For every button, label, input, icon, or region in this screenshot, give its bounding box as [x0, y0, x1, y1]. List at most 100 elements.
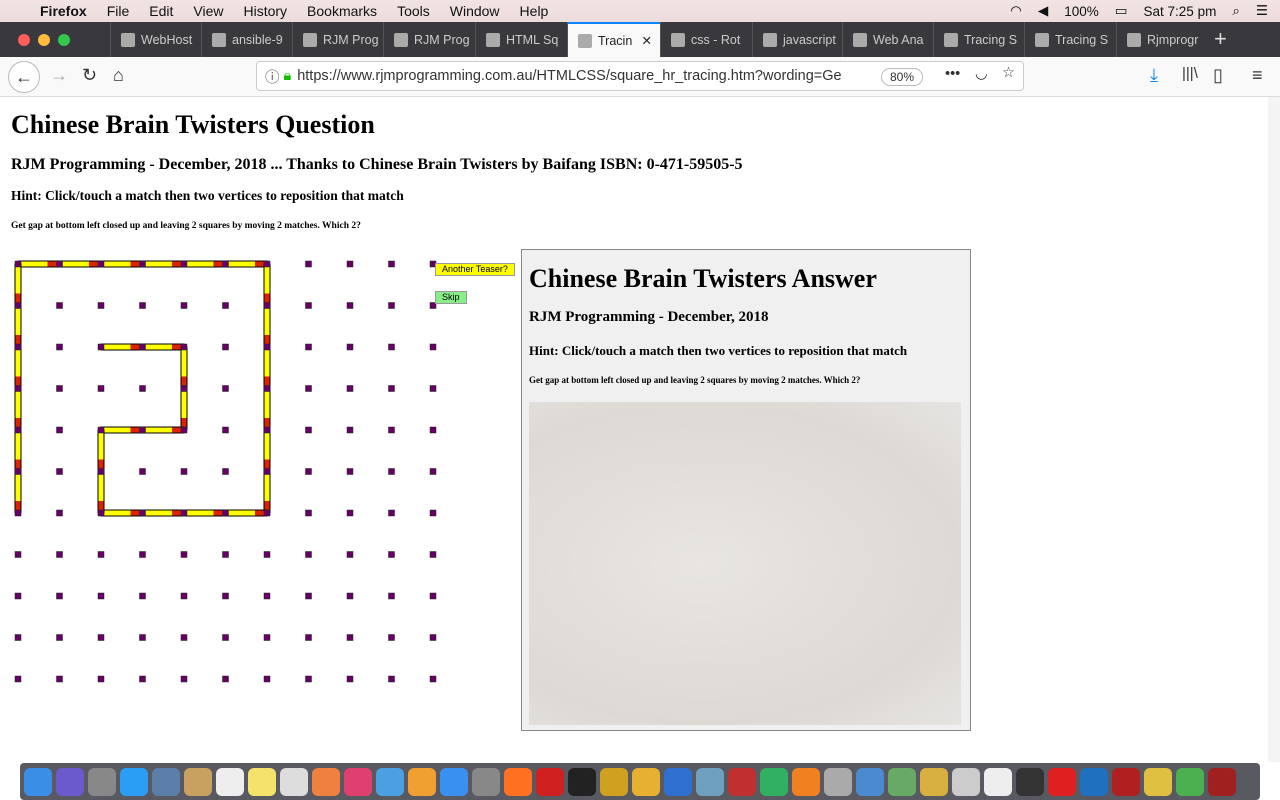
dock-app-icon[interactable]	[664, 767, 692, 796]
dock-app-icon[interactable]	[920, 767, 948, 796]
grid-vertex[interactable]	[14, 592, 22, 600]
menu-icon[interactable]: ≡	[1252, 65, 1263, 86]
grid-vertex[interactable]	[180, 634, 188, 641]
grid-vertex[interactable]	[346, 343, 354, 351]
dock-app-icon[interactable]	[1080, 767, 1108, 796]
grid-vertex[interactable]	[346, 468, 354, 475]
grid-vertex[interactable]	[263, 551, 271, 558]
grid-vertex[interactable]	[56, 426, 63, 434]
battery-percent[interactable]: 100%	[1064, 4, 1099, 19]
grid-vertex[interactable]	[388, 509, 395, 517]
grid-vertex[interactable]	[305, 592, 312, 600]
back-button[interactable]: ←	[8, 61, 40, 93]
grid-vertex[interactable]	[388, 551, 395, 558]
dock-app-icon[interactable]	[24, 767, 52, 796]
grid-vertex[interactable]	[14, 634, 22, 641]
grid-vertex[interactable]	[263, 426, 271, 434]
grid-vertex[interactable]	[139, 260, 146, 268]
grid-vertex[interactable]	[346, 302, 354, 309]
grid-vertex[interactable]	[388, 302, 395, 309]
tab-9[interactable]: Web Ana	[842, 22, 933, 57]
dock-app-icon[interactable]	[280, 767, 308, 796]
grid-vertex[interactable]	[429, 675, 437, 683]
grid-vertex[interactable]	[180, 260, 188, 268]
maximize-window-button[interactable]	[58, 34, 70, 46]
dock-app-icon[interactable]	[856, 767, 884, 796]
grid-vertex[interactable]	[222, 302, 229, 309]
dock-app-icon[interactable]	[824, 767, 852, 796]
grid-vertex[interactable]	[56, 509, 63, 517]
new-tab-button[interactable]: +	[1214, 26, 1227, 52]
grid-vertex[interactable]	[14, 343, 22, 351]
dock-app-icon[interactable]	[952, 767, 980, 796]
dock-app-icon[interactable]	[728, 767, 756, 796]
grid-vertex[interactable]	[14, 675, 22, 683]
grid-vertex[interactable]	[263, 385, 271, 392]
grid-vertex[interactable]	[263, 468, 271, 475]
menu-window[interactable]: Window	[450, 3, 500, 19]
dock-app-icon[interactable]	[504, 767, 532, 796]
dock-app-icon[interactable]	[632, 767, 660, 796]
dock-app-icon[interactable]	[440, 767, 468, 796]
grid-vertex[interactable]	[180, 302, 188, 309]
grid-vertex[interactable]	[429, 592, 437, 600]
grid-vertex[interactable]	[429, 426, 437, 434]
grid-vertex[interactable]	[305, 260, 312, 268]
grid-vertex[interactable]	[97, 426, 105, 434]
tab-1[interactable]: WebHost	[110, 22, 201, 57]
url-text[interactable]: https://www.rjmprogramming.com.au/HTMLCS…	[297, 68, 857, 84]
battery-icon[interactable]: ▭	[1115, 3, 1128, 19]
grid-vertex[interactable]	[388, 385, 395, 392]
grid-vertex[interactable]	[222, 426, 229, 434]
grid-vertex[interactable]	[56, 343, 63, 351]
dock-app-icon[interactable]	[984, 767, 1012, 796]
match-board[interactable]	[0, 250, 520, 700]
tab-8[interactable]: javascript	[752, 22, 842, 57]
grid-vertex[interactable]	[222, 551, 229, 558]
grid-vertex[interactable]	[97, 634, 105, 641]
info-icon[interactable]: ⓘ	[265, 66, 280, 87]
grid-vertex[interactable]	[139, 592, 146, 600]
menu-app[interactable]: Firefox	[40, 3, 87, 19]
grid-vertex[interactable]	[180, 509, 188, 517]
grid-vertex[interactable]	[305, 302, 312, 309]
grid-vertex[interactable]	[56, 551, 63, 558]
grid-vertex[interactable]	[139, 468, 146, 475]
minimize-window-button[interactable]	[38, 34, 50, 46]
volume-icon[interactable]: ◀	[1038, 3, 1048, 19]
tab-2[interactable]: ansible-9	[201, 22, 292, 57]
grid-vertex[interactable]	[346, 675, 354, 683]
grid-vertex[interactable]	[56, 634, 63, 641]
grid-vertex[interactable]	[388, 634, 395, 641]
dock-app-icon[interactable]	[88, 767, 116, 796]
grid-vertex[interactable]	[97, 468, 105, 475]
dock-app-icon[interactable]	[1016, 767, 1044, 796]
grid-vertex[interactable]	[14, 426, 22, 434]
grid-vertex[interactable]	[97, 675, 105, 683]
grid-vertex[interactable]	[180, 551, 188, 558]
menu-tools[interactable]: Tools	[397, 3, 430, 19]
tab-12[interactable]: Rjmprogr	[1116, 22, 1208, 57]
grid-vertex[interactable]	[222, 675, 229, 683]
grid-vertex[interactable]	[263, 634, 271, 641]
grid-vertex[interactable]	[180, 592, 188, 600]
dock-app-icon[interactable]	[56, 767, 84, 796]
grid-vertex[interactable]	[97, 343, 105, 351]
grid-vertex[interactable]	[139, 634, 146, 641]
grid-vertex[interactable]	[14, 468, 22, 475]
dock-app-icon[interactable]	[120, 767, 148, 796]
grid-vertex[interactable]	[97, 551, 105, 558]
grid-vertex[interactable]	[429, 343, 437, 351]
grid-vertex[interactable]	[14, 260, 22, 268]
tab-4[interactable]: RJM Prog	[383, 22, 475, 57]
page-scrollbar[interactable]	[1268, 97, 1280, 762]
close-window-button[interactable]	[18, 34, 30, 46]
grid-vertex[interactable]	[388, 343, 395, 351]
reload-button[interactable]: ↻	[82, 65, 97, 86]
grid-vertex[interactable]	[305, 426, 312, 434]
grid-vertex[interactable]	[346, 592, 354, 600]
menu-history[interactable]: History	[243, 3, 287, 19]
grid-vertex[interactable]	[346, 260, 354, 268]
dock-app-icon[interactable]	[408, 767, 436, 796]
grid-vertex[interactable]	[222, 343, 229, 351]
